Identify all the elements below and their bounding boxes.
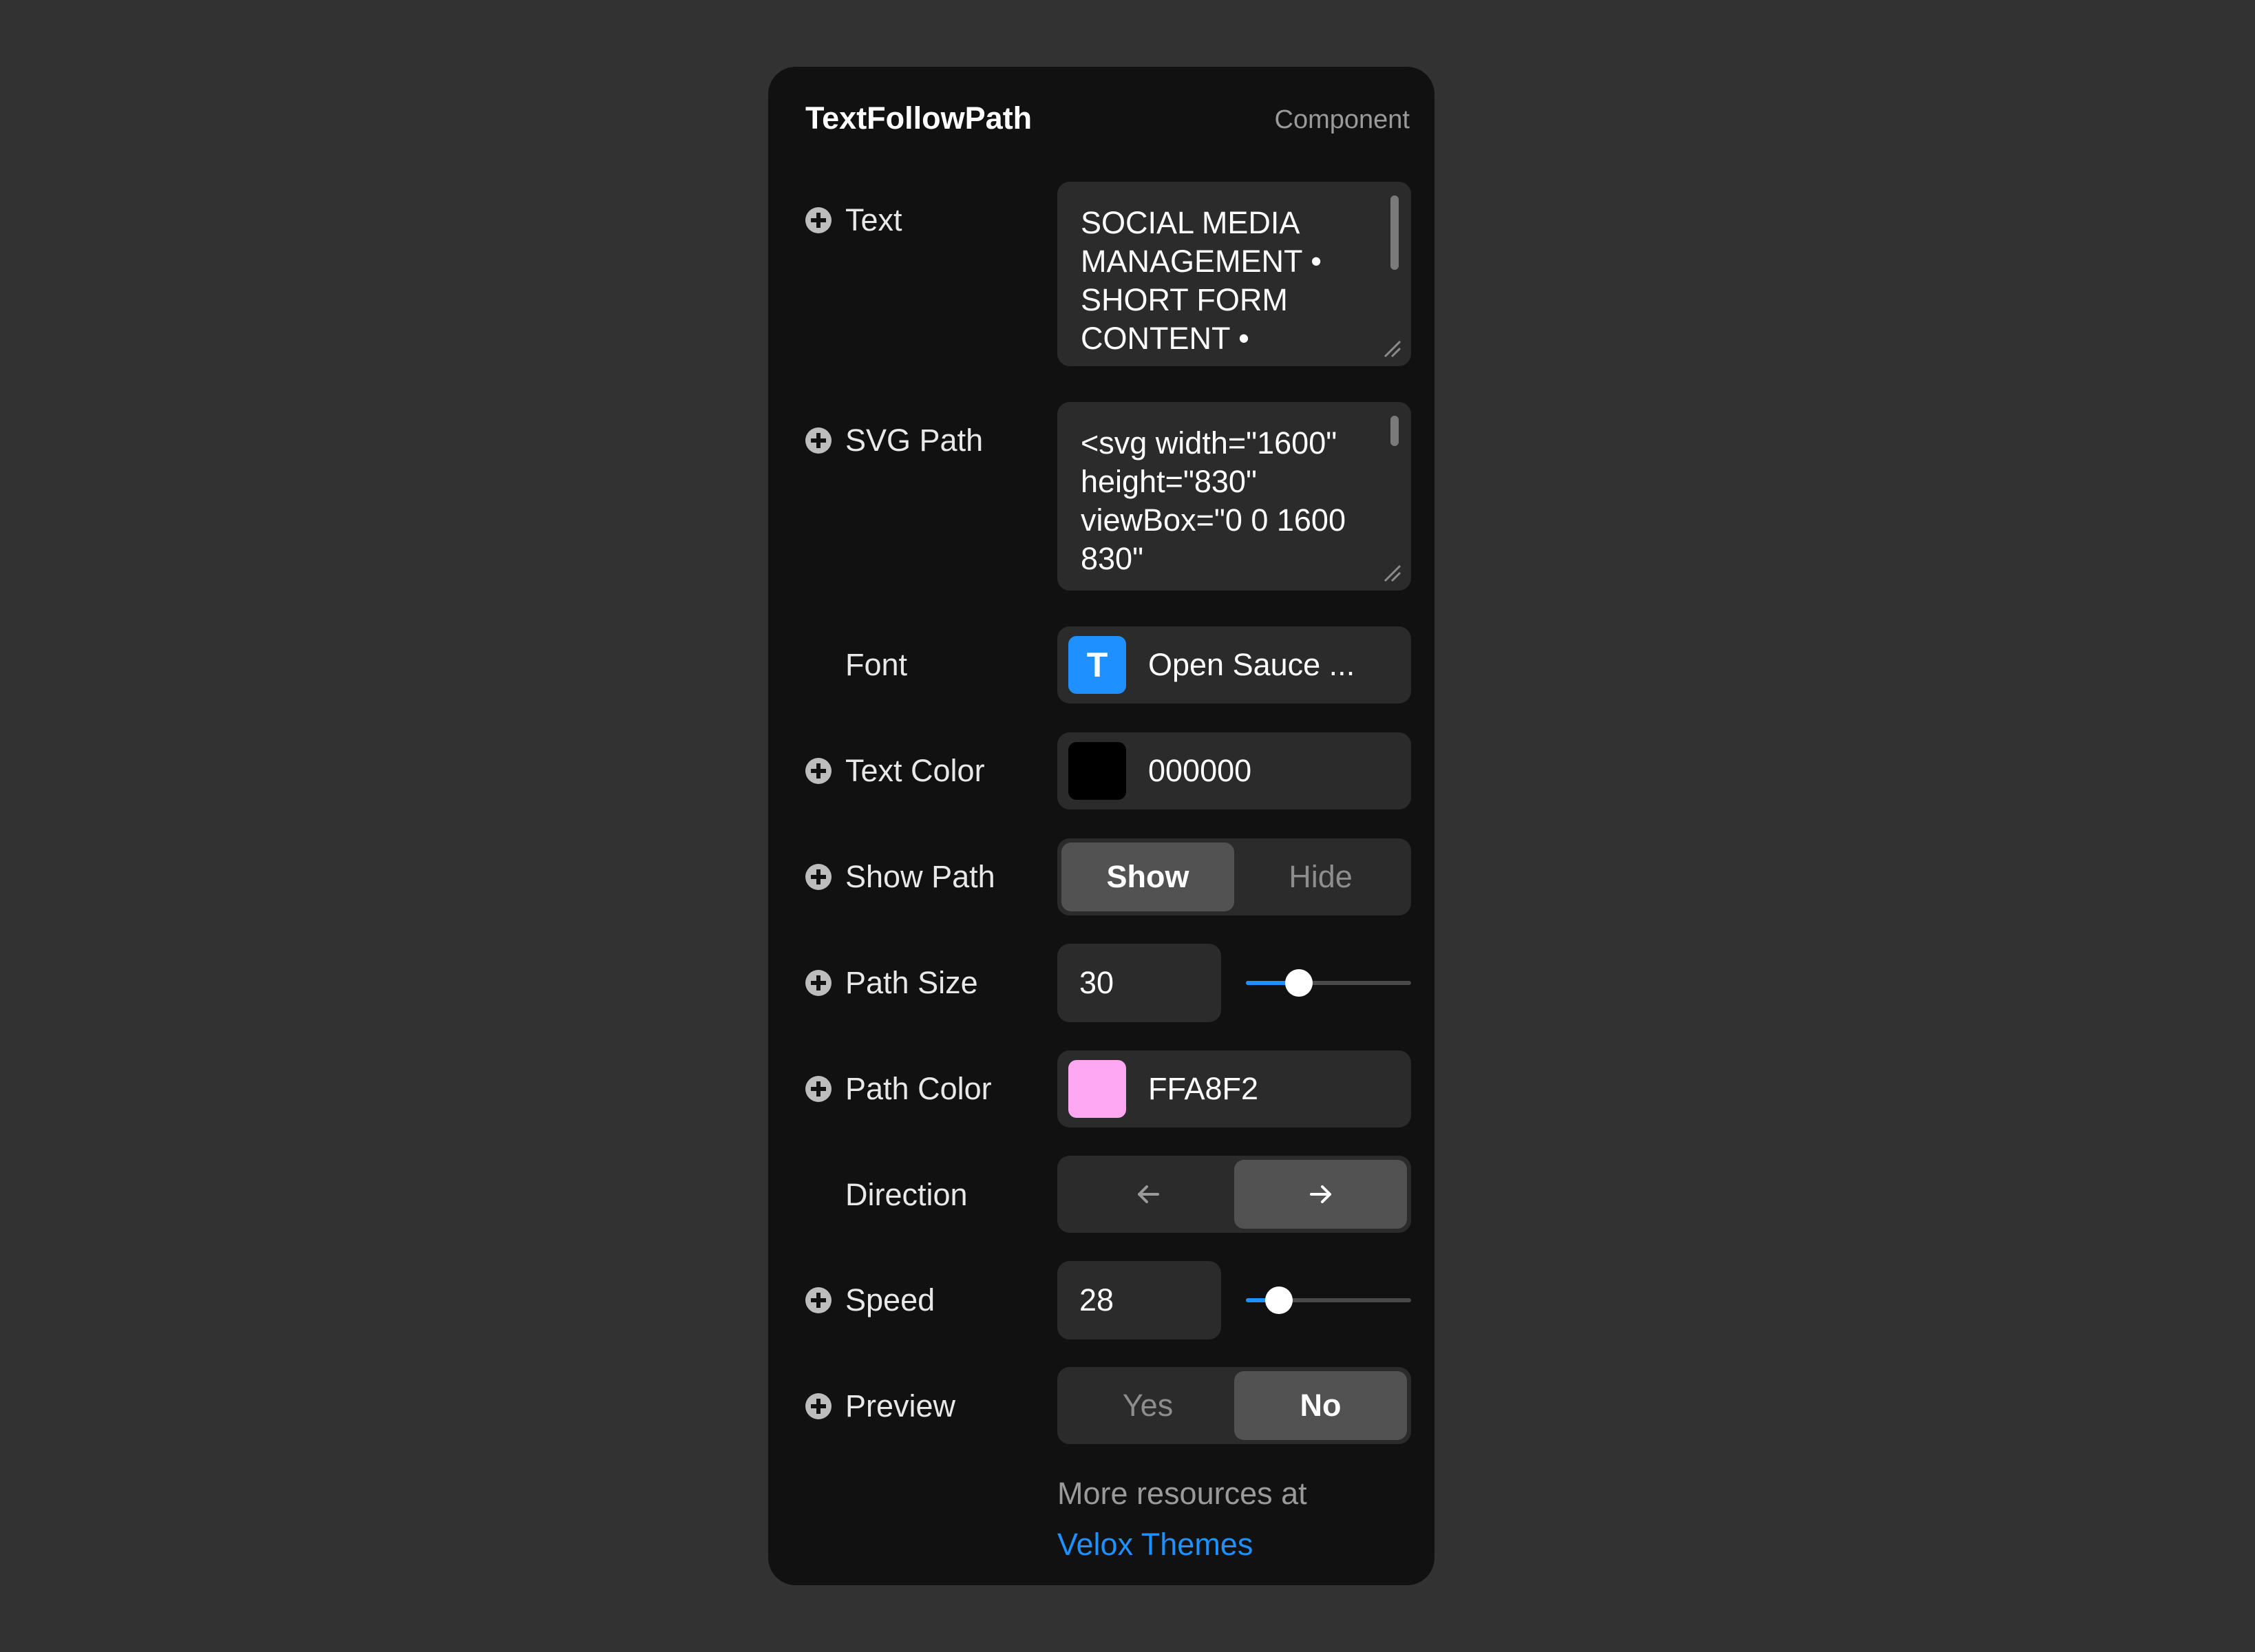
add-icon[interactable] xyxy=(805,1076,832,1102)
text-color-value[interactable]: 000000 xyxy=(1148,753,1251,789)
preview-toggle: Yes No xyxy=(1057,1367,1411,1444)
speed-row-label: Speed xyxy=(805,1280,935,1321)
font-label: Font xyxy=(845,647,908,682)
show-path-label: Show Path xyxy=(845,859,995,894)
add-icon[interactable] xyxy=(805,1393,832,1419)
font-icon: T xyxy=(1068,636,1126,694)
svg-path-value[interactable]: <svg width="1600" height="830" viewBox="… xyxy=(1057,402,1411,591)
font-picker[interactable]: T Open Sauce ... xyxy=(1057,626,1411,703)
path-color-picker[interactable]: FFA8F2 xyxy=(1057,1050,1411,1127)
preview-row-label: Preview xyxy=(805,1386,955,1427)
right-arrow-icon xyxy=(1309,1185,1331,1203)
speed-slider[interactable] xyxy=(1246,1286,1411,1314)
text-row-label: Text xyxy=(805,200,902,241)
svg-path-label: SVG Path xyxy=(845,423,984,458)
font-row-label: Font xyxy=(805,644,907,686)
show-path-show-option[interactable]: Show xyxy=(1061,843,1234,911)
path-size-slider[interactable] xyxy=(1246,969,1411,997)
path-color-label: Path Color xyxy=(845,1071,992,1106)
direction-row-label: Direction xyxy=(805,1174,968,1216)
slider-thumb[interactable] xyxy=(1265,1286,1293,1314)
slider-thumb[interactable] xyxy=(1284,969,1313,997)
left-arrow-icon xyxy=(1137,1185,1159,1203)
add-icon[interactable] xyxy=(805,207,832,233)
text-scrollbar[interactable] xyxy=(1390,195,1399,270)
text-label: Text xyxy=(845,202,902,237)
panel-title: TextFollowPath xyxy=(805,100,1033,136)
speed-label: Speed xyxy=(845,1282,935,1317)
show-path-toggle: Show Hide xyxy=(1057,838,1411,915)
text-color-row-label: Text Color xyxy=(805,750,985,792)
font-value: Open Sauce ... xyxy=(1148,647,1355,682)
path-size-input[interactable]: 30 xyxy=(1057,944,1221,1022)
text-color-label: Text Color xyxy=(845,753,985,788)
add-icon[interactable] xyxy=(805,1287,832,1313)
svg-path-textarea[interactable]: <svg width="1600" height="830" viewBox="… xyxy=(1057,402,1411,591)
show-path-row-label: Show Path xyxy=(805,856,995,898)
path-color-swatch[interactable] xyxy=(1068,1060,1126,1118)
speed-input[interactable]: 28 xyxy=(1057,1261,1221,1339)
footer-text: More resources at xyxy=(1057,1476,1307,1511)
show-path-hide-option[interactable]: Hide xyxy=(1234,843,1407,911)
direction-label: Direction xyxy=(845,1177,968,1212)
resize-grip-icon[interactable] xyxy=(1381,562,1401,582)
svg-path-row-label: SVG Path xyxy=(805,420,983,461)
add-icon[interactable] xyxy=(805,864,832,890)
preview-yes-option[interactable]: Yes xyxy=(1061,1371,1234,1440)
direction-right-option[interactable] xyxy=(1234,1160,1407,1229)
add-icon[interactable] xyxy=(805,427,832,454)
path-size-label: Path Size xyxy=(845,965,978,1000)
text-color-swatch[interactable] xyxy=(1068,742,1126,800)
panel-subtitle: Component xyxy=(1274,105,1410,134)
preview-label: Preview xyxy=(845,1388,956,1423)
svg-path-scrollbar[interactable] xyxy=(1390,416,1399,446)
path-color-value[interactable]: FFA8F2 xyxy=(1148,1071,1258,1107)
path-color-row-label: Path Color xyxy=(805,1068,992,1110)
direction-left-option[interactable] xyxy=(1061,1160,1234,1229)
direction-toggle xyxy=(1057,1156,1411,1233)
text-color-picker[interactable]: 000000 xyxy=(1057,732,1411,809)
path-size-row-label: Path Size xyxy=(805,962,978,1004)
text-textarea[interactable]: SOCIAL MEDIA MANAGEMENT • SHORT FORM CON… xyxy=(1057,182,1411,366)
velox-themes-link[interactable]: Velox Themes xyxy=(1057,1527,1253,1563)
add-icon[interactable] xyxy=(805,758,832,784)
add-icon[interactable] xyxy=(805,970,832,996)
properties-panel: TextFollowPath Component Text SOCIAL MED… xyxy=(768,67,1434,1585)
text-value[interactable]: SOCIAL MEDIA MANAGEMENT • SHORT FORM CON… xyxy=(1057,182,1411,366)
preview-no-option[interactable]: No xyxy=(1234,1371,1407,1440)
resize-grip-icon[interactable] xyxy=(1381,337,1401,358)
